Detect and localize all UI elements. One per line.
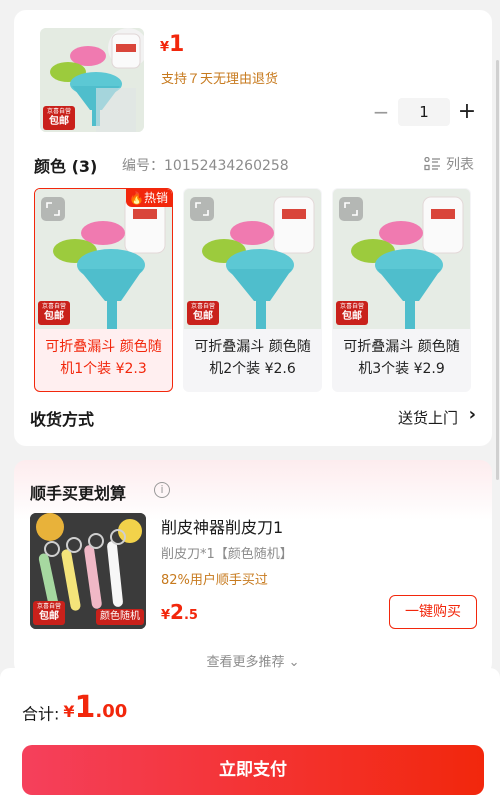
self-operated-badge: 京喜自营 包邮 xyxy=(38,301,70,325)
recommend-title: 顺手买更划算 xyxy=(30,484,127,503)
chevron-right-icon: › xyxy=(468,404,476,425)
expand-icon[interactable] xyxy=(339,197,363,221)
return-policy-note: 支持７天无理由退货 xyxy=(161,72,279,87)
list-label: 列表 xyxy=(446,157,474,173)
expand-icon[interactable] xyxy=(41,197,65,221)
color-random-tag: 颜色随机 xyxy=(96,609,144,625)
product-card: 京喜自营 包邮 ¥1 支持７天无理由退货 − 1 + 颜色 (3) 编号：1015… xyxy=(14,10,492,446)
scrollbar[interactable] xyxy=(496,60,499,480)
checkout-footer: 合计: ¥1.00 立即支付 xyxy=(0,668,500,805)
color-title: 颜色 (3) xyxy=(34,157,98,176)
recommend-card: 顺手买更划算 i 京喜自营 包邮 颜色随机 削皮神器削皮刀1 削皮刀*1【颜色随… xyxy=(14,460,492,675)
sku-number: 编号：10152434260258 xyxy=(122,158,289,174)
variant-label: 可折叠漏斗 颜色随机2个装 ¥2.6 xyxy=(194,339,311,377)
product-price: ¥1 xyxy=(160,32,185,57)
expand-icon[interactable] xyxy=(190,197,214,221)
order-total: 合计: ¥1.00 xyxy=(22,690,128,725)
variant-label: 可折叠漏斗 颜色随机3个装 ¥2.9 xyxy=(343,339,460,377)
variant-option-3[interactable]: 京喜自营 包邮 可折叠漏斗 颜色随机3个装 ¥2.9 xyxy=(332,188,471,392)
one-click-buy-button[interactable]: 一键购买 xyxy=(389,595,477,629)
self-operated-badge: 京喜自营 包邮 xyxy=(33,601,65,625)
variant-option-1[interactable]: 🔥热销 京喜自营 包邮 可折叠漏斗 颜色随机1个装 ¥2.3 xyxy=(34,188,173,392)
recommend-price: ¥2.5 xyxy=(161,600,198,624)
info-icon[interactable]: i xyxy=(154,482,170,498)
recommend-buy-rate: 82%用户顺手买过 xyxy=(161,573,268,588)
quantity-input[interactable]: 1 xyxy=(398,98,450,126)
decrease-button[interactable]: − xyxy=(370,98,392,126)
shipping-value: 送货上门 xyxy=(397,409,458,427)
pay-now-button[interactable]: 立即支付 xyxy=(22,745,484,795)
color-header: 颜色 (3) 编号：10152434260258 列表 xyxy=(34,153,474,176)
self-operated-badge: 京喜自营 包邮 xyxy=(187,301,219,325)
peeler-image[interactable]: 京喜自营 包邮 颜色随机 xyxy=(30,513,146,629)
variant-option-2[interactable]: 京喜自营 包邮 可折叠漏斗 颜色随机2个装 ¥2.6 xyxy=(183,188,322,392)
list-view-toggle[interactable]: 列表 xyxy=(424,154,474,174)
recommend-product-spec: 削皮刀*1【颜色随机】 xyxy=(161,547,293,562)
self-operated-badge: 京喜自营 包邮 xyxy=(43,106,75,130)
shipping-method-row[interactable]: 收货方式 送货上门 › xyxy=(30,404,476,430)
increase-button[interactable]: + xyxy=(456,98,478,126)
hot-sale-tag: 🔥热销 xyxy=(126,189,172,207)
shipping-label: 收货方式 xyxy=(30,410,95,429)
quantity-stepper: − 1 + xyxy=(370,98,478,126)
variant-label: 可折叠漏斗 颜色随机1个装 ¥2.3 xyxy=(45,339,162,377)
variant-options: 🔥热销 京喜自营 包邮 可折叠漏斗 颜色随机1个装 ¥2.3 京喜自营 包邮 可… xyxy=(34,188,474,392)
self-operated-badge: 京喜自营 包邮 xyxy=(336,301,368,325)
checkout-sheet: 京喜自营 包邮 ¥1 支持７天无理由退货 − 1 + 颜色 (3) 编号：1015… xyxy=(0,0,500,805)
recommend-product-name[interactable]: 削皮神器削皮刀1 xyxy=(161,514,283,538)
list-icon xyxy=(424,157,440,171)
product-thumbnail[interactable]: 京喜自营 包邮 xyxy=(40,28,144,132)
